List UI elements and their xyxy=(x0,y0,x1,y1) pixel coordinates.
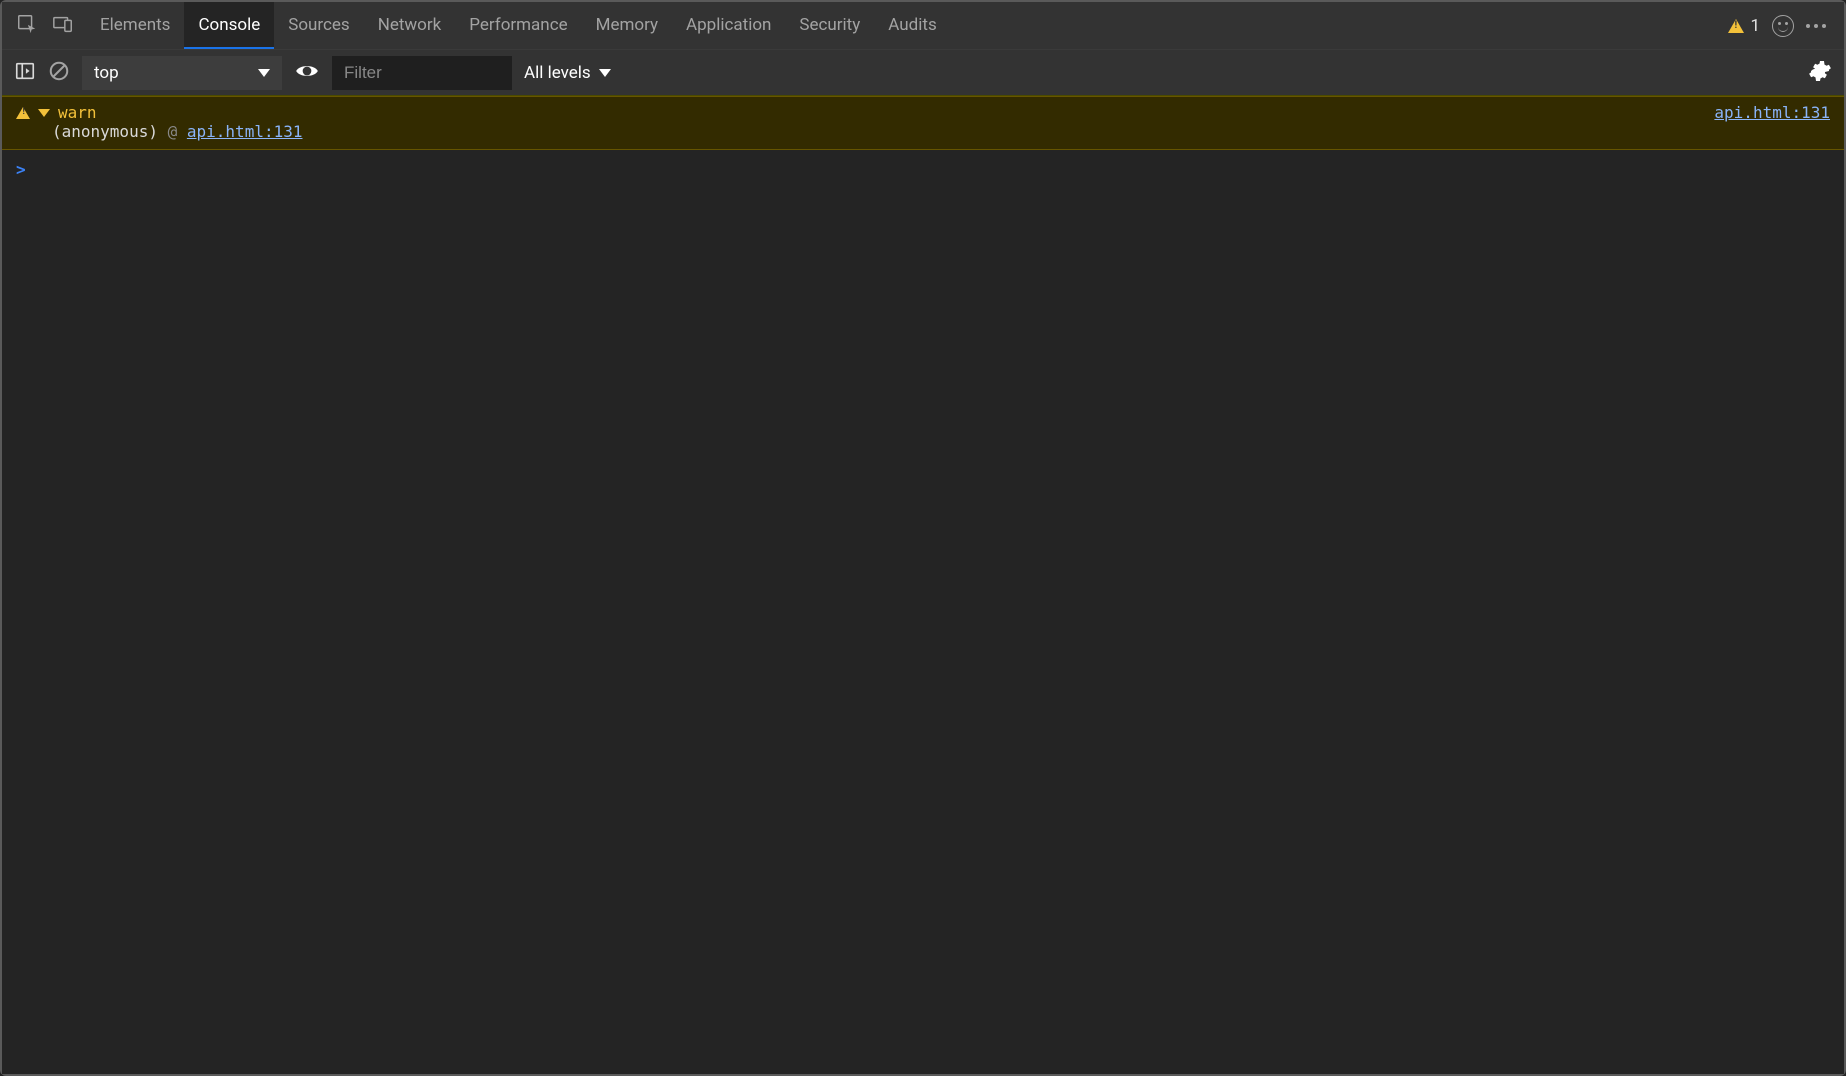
feedback-icon[interactable] xyxy=(1772,15,1794,37)
console-prompt[interactable]: > xyxy=(2,150,1844,189)
stack-at: @ xyxy=(168,122,178,141)
console-toolbar: top All levels xyxy=(2,50,1844,96)
tab-audits[interactable]: Audits xyxy=(874,2,950,49)
warning-icon xyxy=(16,107,30,119)
live-expression-icon[interactable] xyxy=(294,58,320,88)
tabs: Elements Console Sources Network Perform… xyxy=(86,2,951,49)
tab-memory[interactable]: Memory xyxy=(582,2,672,49)
filter-input[interactable] xyxy=(332,56,512,90)
console-output: warn api.html:131 (anonymous) @ api.html… xyxy=(2,96,1844,1074)
tab-elements[interactable]: Elements xyxy=(86,2,184,49)
sidebar-toggle-icon[interactable] xyxy=(14,60,36,86)
clear-console-icon[interactable] xyxy=(48,60,70,86)
disclosure-triangle-icon[interactable] xyxy=(38,109,50,117)
tab-security[interactable]: Security xyxy=(785,2,874,49)
warning-count-badge[interactable]: 1 xyxy=(1728,16,1760,36)
console-warning-row[interactable]: warn api.html:131 (anonymous) @ api.html… xyxy=(2,96,1844,150)
inspect-element-icon[interactable] xyxy=(16,13,38,39)
tab-network[interactable]: Network xyxy=(364,2,456,49)
trailing-icons: 1 xyxy=(1728,15,1834,37)
prompt-chevron-icon: > xyxy=(16,160,26,179)
log-levels-select[interactable]: All levels xyxy=(524,63,611,83)
warning-text: warn xyxy=(58,103,97,122)
device-toolbar-icon[interactable] xyxy=(52,13,74,39)
chevron-down-icon xyxy=(258,69,270,77)
tab-application[interactable]: Application xyxy=(672,2,785,49)
levels-label: All levels xyxy=(524,63,591,83)
devtools-window: Elements Console Sources Network Perform… xyxy=(0,0,1846,1076)
warning-icon xyxy=(1728,19,1744,33)
source-link[interactable]: api.html:131 xyxy=(1714,103,1830,122)
chevron-down-icon xyxy=(599,69,611,77)
tab-console[interactable]: Console xyxy=(184,2,274,49)
stack-anonymous: (anonymous) xyxy=(52,122,158,141)
more-menu-icon[interactable] xyxy=(1806,24,1826,28)
context-label: top xyxy=(94,63,119,83)
tab-sources[interactable]: Sources xyxy=(274,2,363,49)
warning-count: 1 xyxy=(1750,16,1760,36)
tabbar: Elements Console Sources Network Perform… xyxy=(2,2,1844,50)
leading-icons xyxy=(12,13,86,39)
console-settings-icon[interactable] xyxy=(1808,59,1832,87)
tab-performance[interactable]: Performance xyxy=(455,2,581,49)
execution-context-select[interactable]: top xyxy=(82,56,282,90)
stack-source-link[interactable]: api.html:131 xyxy=(187,122,303,141)
